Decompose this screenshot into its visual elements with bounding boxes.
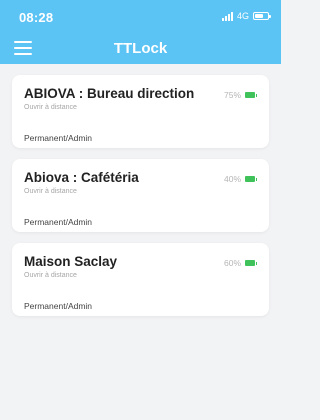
- status-time: 08:28: [19, 10, 54, 25]
- nav-bar: TTLock: [0, 32, 281, 64]
- battery-status: 60%: [223, 258, 257, 268]
- lock-card[interactable]: Maison Saclay Ouvrir à distance Permanen…: [12, 243, 269, 316]
- lock-battery-icon: [245, 176, 257, 182]
- battery-status: 40%: [223, 174, 257, 184]
- lock-name: ABIOVA : Bureau direction: [24, 86, 195, 101]
- lock-name: Abiova : Cafétéria: [24, 170, 139, 185]
- network-label: 4G: [236, 11, 249, 21]
- battery-status: 75%: [223, 90, 257, 100]
- signal-icon: [221, 11, 233, 21]
- remote-open-label: Ouvrir à distance: [24, 104, 77, 111]
- lock-battery-icon: [245, 260, 257, 266]
- permission-label: Permanent/Admin: [24, 217, 93, 227]
- page-title: TTLock: [113, 40, 168, 57]
- battery-percent: 60%: [223, 258, 241, 268]
- lock-card[interactable]: ABIOVA : Bureau direction Ouvrir à dista…: [12, 75, 269, 148]
- lock-card[interactable]: Abiova : Cafétéria Ouvrir à distance Per…: [12, 159, 269, 232]
- permission-label: Permanent/Admin: [24, 301, 93, 311]
- battery-icon: [253, 12, 271, 20]
- remote-open-label: Ouvrir à distance: [24, 272, 77, 279]
- battery-percent: 75%: [223, 90, 241, 100]
- permission-label: Permanent/Admin: [24, 133, 93, 143]
- status-bar: 08:28 4G: [0, 0, 281, 28]
- system-icons: 4G: [221, 11, 271, 21]
- remote-open-label: Ouvrir à distance: [24, 188, 77, 195]
- lock-name: Maison Saclay: [24, 254, 118, 269]
- lock-battery-icon: [245, 92, 257, 98]
- battery-percent: 40%: [223, 174, 241, 184]
- app-header: 08:28 4G TTLock: [0, 0, 281, 64]
